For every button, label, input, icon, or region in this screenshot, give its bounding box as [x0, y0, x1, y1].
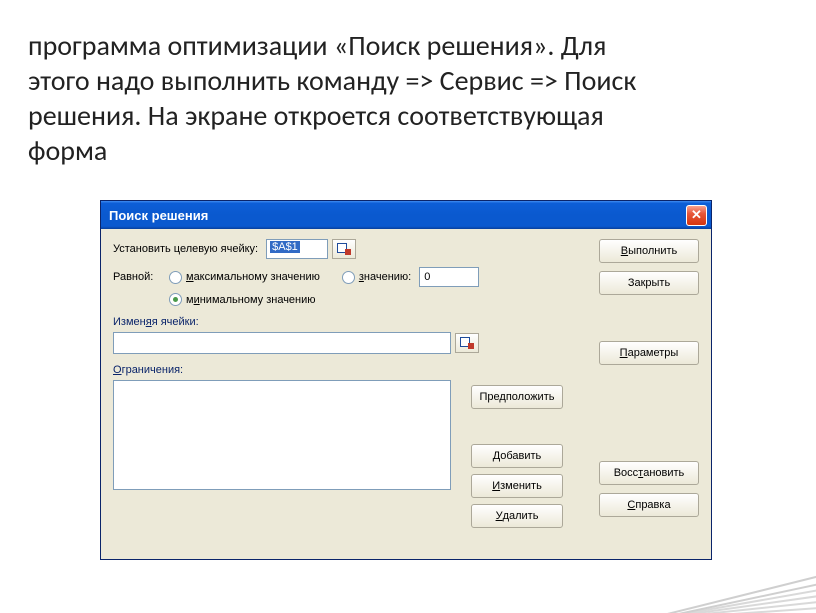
solver-dialog: Поиск решения ✕ Установить целевую ячейк…: [100, 200, 712, 560]
target-ref-button[interactable]: [332, 239, 356, 259]
value-input[interactable]: [419, 267, 479, 287]
radio-value[interactable]: [342, 271, 355, 284]
collapse-dialog-icon: [460, 337, 474, 349]
suggest-button[interactable]: Предположить: [471, 385, 563, 409]
radio-min[interactable]: [169, 293, 182, 306]
close-button[interactable]: ✕: [686, 205, 707, 226]
dialog-body: Установить целевую ячейку: $A$1 Равной: …: [101, 229, 711, 559]
titlebar[interactable]: Поиск решения ✕: [101, 201, 711, 229]
delete-button[interactable]: Удалить: [471, 504, 563, 528]
change-button[interactable]: Изменить: [471, 474, 563, 498]
equal-to-label: Равной:: [113, 271, 169, 283]
slide-paragraph: программа оптимизации «Поиск решения». Д…: [28, 28, 668, 168]
target-cell-label: Установить целевую ячейку:: [113, 243, 258, 255]
reset-button[interactable]: Восстановить: [599, 461, 699, 485]
target-cell-input[interactable]: $A$1: [266, 239, 328, 259]
close-dialog-button[interactable]: Закрыть: [599, 271, 699, 295]
close-icon: ✕: [691, 207, 702, 223]
params-button[interactable]: Параметры: [599, 341, 699, 365]
radio-max-label[interactable]: максимальному значению: [186, 271, 320, 283]
changing-cells-input[interactable]: [113, 332, 451, 354]
dialog-title: Поиск решения: [109, 208, 686, 223]
changing-ref-button[interactable]: [455, 333, 479, 353]
radio-max[interactable]: [169, 271, 182, 284]
add-button[interactable]: Добавить: [471, 444, 563, 468]
execute-button[interactable]: Выполнить: [599, 239, 699, 263]
help-button[interactable]: Справка: [599, 493, 699, 517]
collapse-dialog-icon: [337, 243, 351, 255]
constraints-listbox[interactable]: [113, 380, 451, 490]
radio-value-label[interactable]: значению:: [359, 271, 411, 283]
radio-min-label[interactable]: минимальному значению: [186, 294, 316, 306]
